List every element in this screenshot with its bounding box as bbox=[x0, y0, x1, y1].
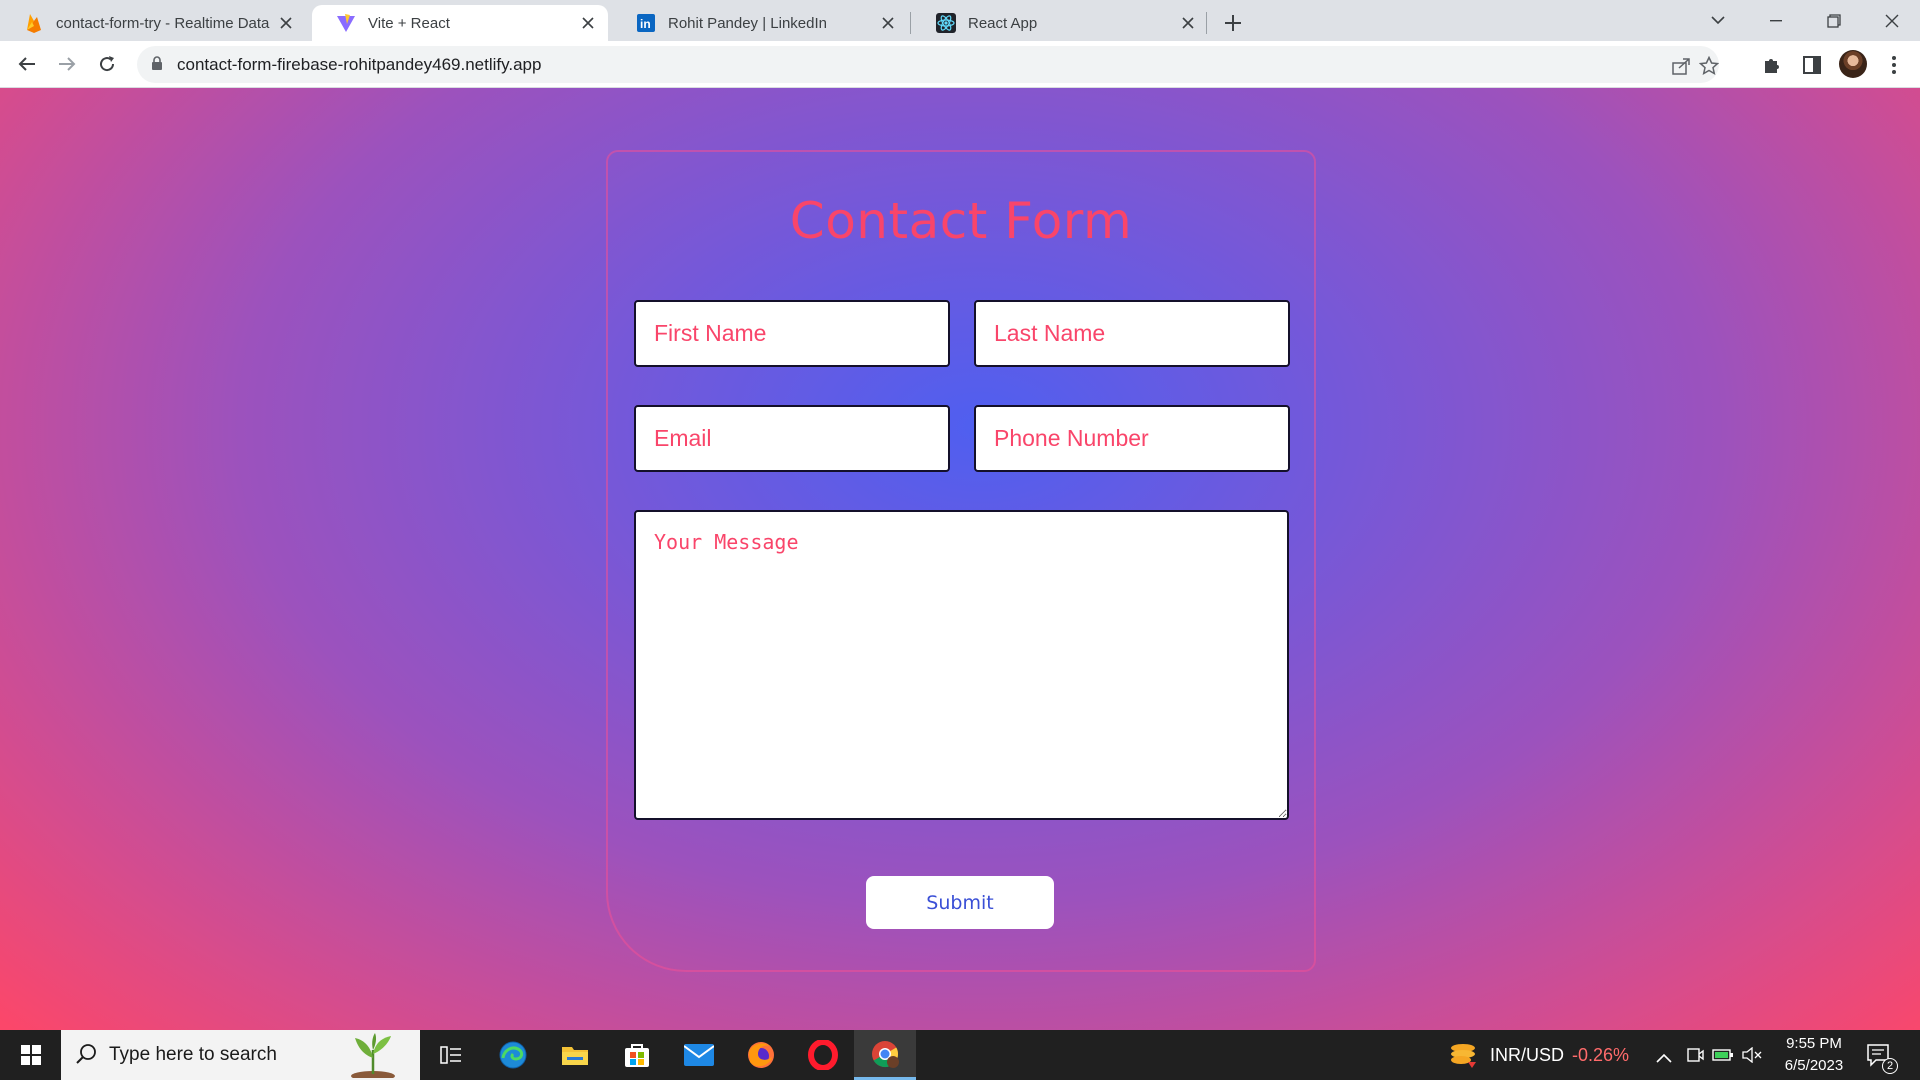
contact-form-card: Contact Form Submit bbox=[606, 150, 1316, 972]
task-view-icon[interactable] bbox=[420, 1030, 482, 1080]
mail-icon[interactable] bbox=[668, 1030, 730, 1080]
last-name-input[interactable] bbox=[974, 300, 1290, 367]
lock-icon[interactable] bbox=[151, 56, 163, 76]
back-button[interactable] bbox=[10, 47, 44, 81]
url-text: contact-form-firebase-rohitpandey469.net… bbox=[177, 55, 542, 74]
submit-button[interactable]: Submit bbox=[866, 876, 1054, 929]
firebase-icon bbox=[24, 13, 44, 33]
close-tab-icon[interactable] bbox=[1178, 13, 1198, 33]
search-placeholder: Type here to search bbox=[109, 1044, 277, 1065]
tab-title: Vite + React bbox=[368, 14, 450, 32]
tab-divider bbox=[1206, 12, 1207, 34]
close-tab-icon[interactable] bbox=[878, 13, 898, 33]
first-name-input[interactable] bbox=[634, 300, 950, 367]
new-tab-button[interactable] bbox=[1218, 8, 1248, 38]
edge-browser-icon[interactable] bbox=[482, 1030, 544, 1080]
tab-react-app[interactable]: React App bbox=[912, 5, 1208, 41]
firefox-icon[interactable] bbox=[730, 1030, 792, 1080]
address-bar[interactable]: contact-form-firebase-rohitpandey469.net… bbox=[137, 46, 1719, 83]
windows-start-icon[interactable] bbox=[0, 1030, 61, 1080]
react-icon bbox=[936, 13, 956, 33]
form-title: Contact Form bbox=[789, 192, 1133, 250]
ticker-change[interactable]: -0.26% bbox=[1572, 1045, 1629, 1066]
share-icon[interactable] bbox=[1669, 54, 1693, 78]
file-explorer-icon[interactable] bbox=[544, 1030, 606, 1080]
tab-linkedin[interactable]: in Rohit Pandey | LinkedIn bbox=[612, 5, 908, 41]
bookmark-star-icon[interactable] bbox=[1697, 54, 1721, 78]
minimize-button[interactable] bbox=[1748, 0, 1804, 41]
search-icon bbox=[75, 1043, 97, 1070]
clock-date[interactable]: 6/5/2023 bbox=[1780, 1057, 1848, 1074]
phone-number-input[interactable] bbox=[974, 405, 1290, 472]
battery-icon[interactable] bbox=[1712, 1047, 1734, 1068]
forward-button[interactable] bbox=[50, 47, 84, 81]
tab-divider bbox=[910, 12, 911, 34]
tab-title: contact-form-try - Realtime Data bbox=[56, 14, 270, 32]
volume-muted-icon[interactable] bbox=[1742, 1046, 1764, 1068]
menu-kebab-icon[interactable] bbox=[1882, 53, 1906, 77]
notification-count-badge: 2 bbox=[1882, 1058, 1898, 1074]
vite-icon bbox=[336, 13, 356, 33]
show-hidden-icons-chevron-icon[interactable] bbox=[1656, 1050, 1672, 1068]
page-viewport: Contact Form Submit bbox=[0, 88, 1920, 1030]
reload-button[interactable] bbox=[90, 47, 124, 81]
email-input[interactable] bbox=[634, 405, 950, 472]
plant-sprout-icon bbox=[347, 1032, 399, 1080]
profile-avatar[interactable] bbox=[1839, 50, 1867, 78]
restore-button[interactable] bbox=[1806, 0, 1862, 41]
tab-vite-react[interactable]: Vite + React bbox=[312, 5, 608, 41]
svg-text:in: in bbox=[640, 17, 651, 31]
extensions-puzzle-icon[interactable] bbox=[1760, 53, 1784, 77]
taskbar-search-box[interactable]: Type here to search bbox=[61, 1030, 420, 1080]
windows-taskbar: Type here to search INR/USD -0.26% 9:55 … bbox=[0, 1030, 1920, 1080]
side-panel-icon[interactable] bbox=[1800, 53, 1824, 77]
browser-toolbar: contact-form-firebase-rohitpandey469.net… bbox=[0, 41, 1920, 88]
microsoft-store-icon[interactable] bbox=[606, 1030, 668, 1080]
ticker-name[interactable]: INR/USD bbox=[1490, 1045, 1564, 1066]
tab-title: Rohit Pandey | LinkedIn bbox=[668, 14, 828, 32]
tab-search-button[interactable] bbox=[1690, 0, 1746, 41]
browser-tab-strip: contact-form-try - Realtime Data Vite + … bbox=[0, 0, 1920, 41]
tab-title: React App bbox=[968, 14, 1038, 32]
close-tab-icon[interactable] bbox=[276, 13, 296, 33]
close-window-button[interactable] bbox=[1864, 0, 1920, 41]
chrome-icon[interactable] bbox=[854, 1030, 916, 1080]
linkedin-icon: in bbox=[636, 13, 656, 33]
currency-widget-icon[interactable] bbox=[1448, 1040, 1478, 1075]
meet-now-icon[interactable] bbox=[1686, 1046, 1704, 1069]
close-tab-icon[interactable] bbox=[578, 13, 598, 33]
opera-icon[interactable] bbox=[792, 1030, 854, 1080]
message-textarea[interactable] bbox=[634, 510, 1289, 820]
tab-firebase[interactable]: contact-form-try - Realtime Data bbox=[0, 5, 306, 41]
clock-time[interactable]: 9:55 PM bbox=[1786, 1035, 1842, 1052]
